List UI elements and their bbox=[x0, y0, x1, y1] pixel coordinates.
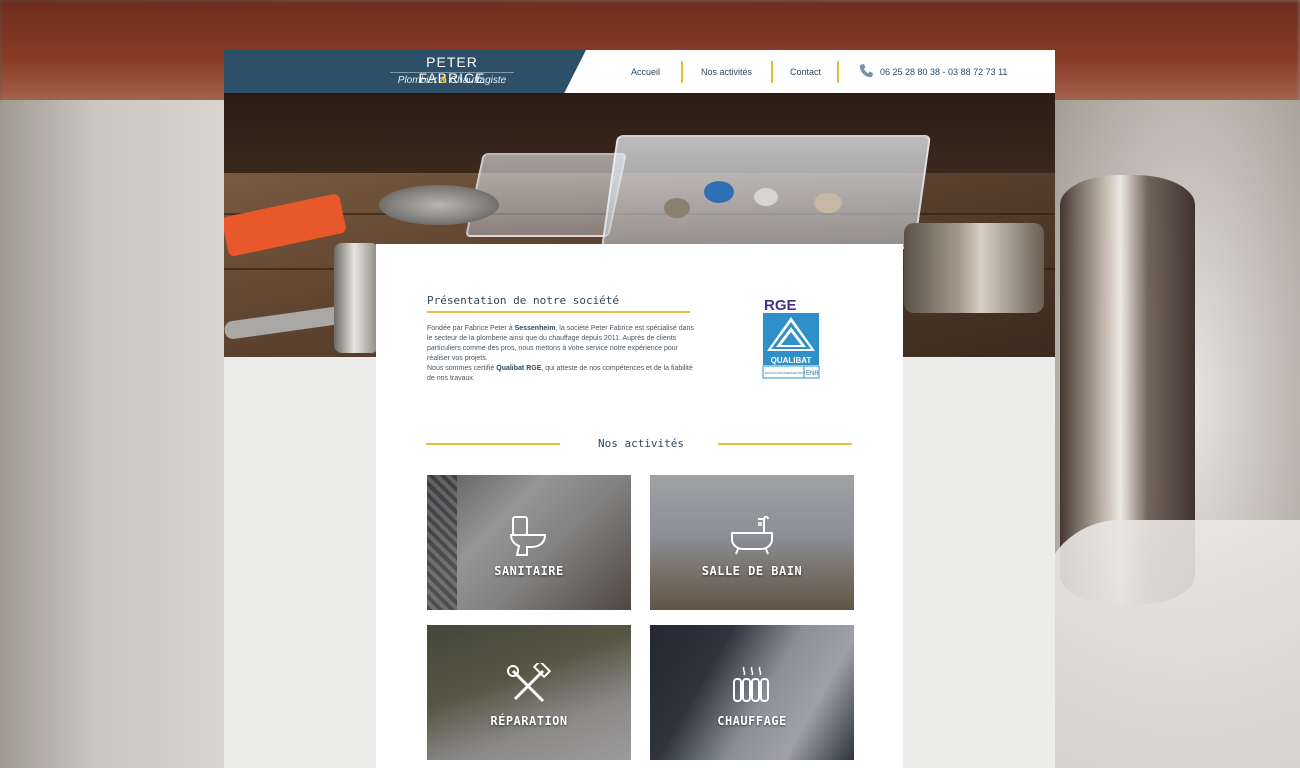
activities-title: Nos activités bbox=[597, 437, 685, 450]
hero-metal-fitting bbox=[814, 193, 842, 213]
tile-salle-de-bain-label: SALLE DE BAIN bbox=[701, 564, 803, 578]
hero-blue-fitting bbox=[704, 181, 734, 203]
activities-rule-right bbox=[718, 443, 852, 445]
brand-subtitle: Plombier & Chauffagiste bbox=[390, 75, 514, 86]
nav-contact[interactable]: Contact bbox=[790, 62, 821, 82]
brand-divider bbox=[390, 72, 514, 73]
hero-valve bbox=[904, 223, 1044, 313]
radiator-icon bbox=[733, 666, 769, 702]
intro-certification: Qualibat RGE bbox=[496, 365, 542, 372]
brand-subtitle-part2: Chauffagiste bbox=[447, 75, 507, 86]
tile-sanitaire[interactable]: SANITAIRE bbox=[427, 475, 631, 610]
tile-salle-de-bain[interactable]: SALLE DE BAIN bbox=[650, 475, 854, 610]
intro-text-part: Nous sommes certifié bbox=[427, 365, 497, 372]
nav-divider bbox=[681, 61, 683, 83]
brand-subtitle-part1: Plombier bbox=[397, 75, 441, 86]
intro-text-part: Fondée par Fabrice Peter à bbox=[427, 325, 515, 332]
intro-text: Fondée par Fabrice Peter à Sessenheim, l… bbox=[427, 324, 699, 384]
intro-title-underline bbox=[427, 311, 690, 313]
background-base bbox=[1040, 520, 1300, 768]
tile-reparation[interactable]: RÉPARATION bbox=[427, 625, 631, 760]
site-header: PETER FABRICE Plombier & Chauffagiste Ac… bbox=[224, 50, 1055, 93]
content-card: Présentation de notre société Fondée par… bbox=[376, 244, 903, 768]
logo-enr-text: ENR bbox=[806, 371, 819, 377]
intro-city: Sessenheim bbox=[514, 325, 556, 332]
background-left bbox=[0, 100, 230, 768]
phone-icon bbox=[859, 64, 873, 78]
activities-rule-left bbox=[426, 443, 560, 445]
logo-qualibat-text: QUALIBAT bbox=[771, 356, 812, 365]
tile-sanitaire-label: SANITAIRE bbox=[494, 564, 564, 578]
tile-reparation-label: RÉPARATION bbox=[490, 714, 568, 728]
hero-metal-disc bbox=[379, 185, 499, 225]
tile-chauffage[interactable]: CHAUFFAGE bbox=[650, 625, 854, 760]
phone-numbers[interactable]: 06 25 28 80 38 - 03 88 72 73 11 bbox=[880, 62, 1007, 82]
hero-metal-fitting bbox=[754, 188, 778, 206]
website-mockup: PETER FABRICE Plombier & Chauffagiste Ac… bbox=[224, 50, 1055, 768]
tile-chauffage-label: CHAUFFAGE bbox=[717, 714, 787, 728]
logo-rge-text: RGE bbox=[764, 297, 797, 314]
nav-accueil[interactable]: Accueil bbox=[631, 62, 660, 82]
brand-block[interactable]: PETER FABRICE Plombier & Chauffagiste bbox=[224, 50, 586, 93]
hero-metal-fitting bbox=[664, 198, 690, 218]
tools-icon bbox=[507, 663, 552, 703]
nav-nos-activites[interactable]: Nos activités bbox=[701, 62, 752, 82]
bathtub-icon bbox=[731, 515, 773, 555]
nav-divider bbox=[771, 61, 773, 83]
nav-divider bbox=[837, 61, 839, 83]
intro-title: Présentation de notre société bbox=[427, 294, 620, 307]
logo-efficacite-text: EFFICACITÉ ÉNERGÉTIQUE bbox=[765, 370, 805, 375]
hero-chrome-fitting bbox=[334, 243, 379, 353]
qualibat-rge-logo: RGE QUALIBAT EFFICACITÉ ÉNERGÉTIQUE ENR bbox=[762, 297, 820, 379]
toilet-icon bbox=[509, 516, 547, 556]
